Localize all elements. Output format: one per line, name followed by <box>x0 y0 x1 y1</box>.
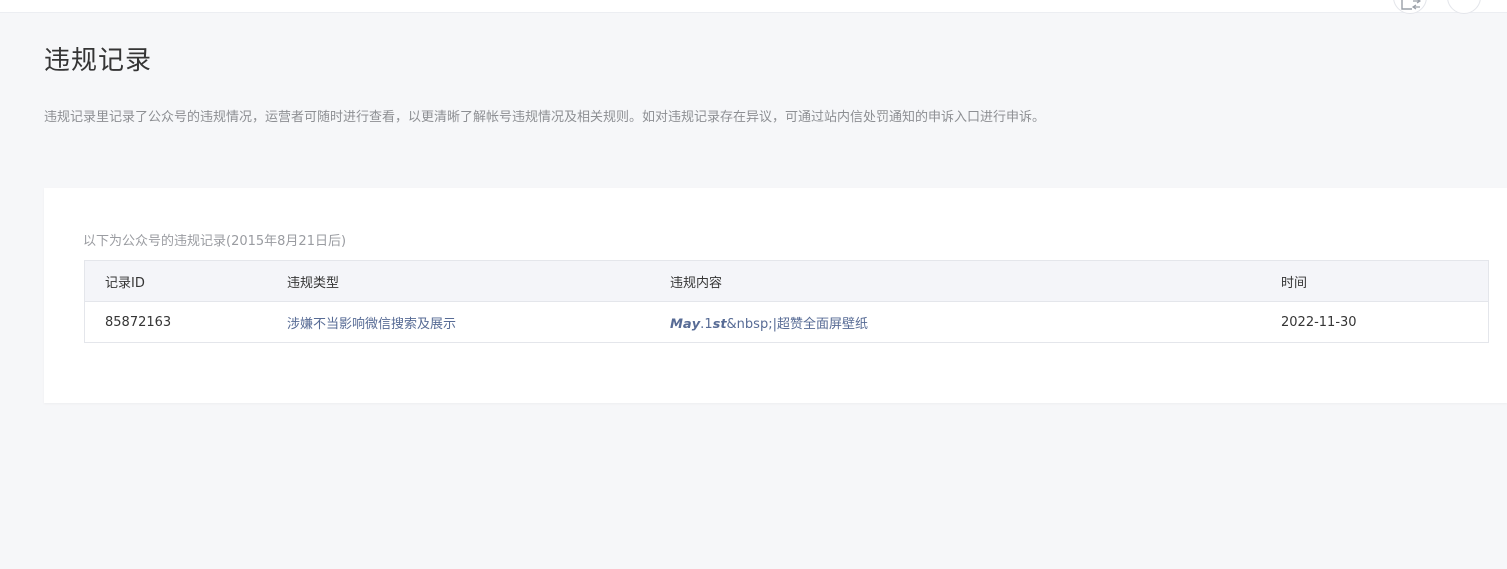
table-header-row: 记录ID 违规类型 违规内容 时间 <box>84 260 1489 302</box>
records-caption: 以下为公众号的违规记录(2015年8月21日后) <box>83 234 347 249</box>
record-time: 2022-11-30 <box>1261 301 1489 343</box>
violation-type-link[interactable]: 涉嫌不当影响微信搜索及展示 <box>267 301 650 343</box>
violation-content-suffix: &nbsp;|超赞全面屏壁纸 <box>726 316 868 332</box>
switch-account-icon[interactable] <box>1393 0 1427 14</box>
avatar-icon[interactable] <box>1447 0 1481 14</box>
violation-content-link[interactable]: 𝙈𝙖𝙮.1𝙨𝙩&nbsp;|超赞全面屏壁纸 <box>650 301 1261 343</box>
page-description: 违规记录里记录了公众号的违规情况，运营者可随时进行查看，以更清晰了解帐号违规情况… <box>44 110 1046 125</box>
record-id: 85872163 <box>84 301 267 343</box>
records-card: 以下为公众号的违规记录(2015年8月21日后) 记录ID 违规类型 违规内容 … <box>44 188 1507 403</box>
page-title: 违规记录 <box>44 46 153 76</box>
header-violation-type: 违规类型 <box>267 260 650 302</box>
header-time: 时间 <box>1261 260 1489 302</box>
top-bar <box>0 0 1507 14</box>
violation-content-prefix: 𝙈𝙖𝙮.1𝙨𝙩 <box>670 316 727 332</box>
table-row: 85872163 涉嫌不当影响微信搜索及展示 𝙈𝙖𝙮.1𝙨𝙩&nbsp;|超赞全… <box>84 301 1489 343</box>
violation-records-table: 记录ID 违规类型 违规内容 时间 85872163 涉嫌不当影响微信搜索及展示… <box>84 260 1489 343</box>
header-record-id: 记录ID <box>84 260 267 302</box>
header-violation-content: 违规内容 <box>650 260 1261 302</box>
